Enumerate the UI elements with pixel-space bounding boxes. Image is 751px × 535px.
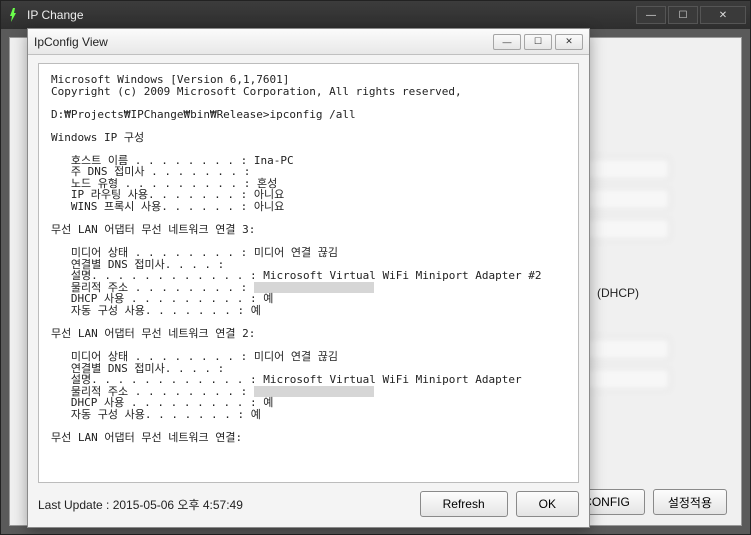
main-titlebar[interactable]: IP Change — ☐ ✕ bbox=[1, 1, 750, 29]
dialog-maximize-button[interactable]: ☐ bbox=[524, 34, 552, 50]
output-line: 무선 LAN 어댑터 무선 네트워크 연결 3: bbox=[51, 223, 255, 236]
output-line: 자동 구성 사용. . . . . . . : 예 bbox=[51, 408, 261, 421]
ipconfig-dialog: IpConfig View — ☐ ✕ Microsoft Windows [V… bbox=[27, 28, 590, 528]
output-line: Windows IP 구성 bbox=[51, 131, 144, 144]
output-line: D:₩Projects₩IPChange₩bin₩Release>ipconfi… bbox=[51, 108, 356, 121]
ok-button[interactable]: OK bbox=[516, 491, 579, 517]
ipconfig-output: Microsoft Windows [Version 6,1,7601] Cop… bbox=[38, 63, 579, 483]
dialog-titlebar[interactable]: IpConfig View — ☐ ✕ bbox=[28, 29, 589, 55]
refresh-button[interactable]: Refresh bbox=[420, 491, 508, 517]
output-line: WINS 프록시 사용. . . . . . : 아니요 bbox=[51, 200, 284, 213]
dialog-minimize-button[interactable]: — bbox=[493, 34, 521, 50]
output-line: 자동 구성 사용. . . . . . . : 예 bbox=[51, 304, 261, 317]
output-line: 무선 LAN 어댑터 무선 네트워크 연결: bbox=[51, 431, 242, 444]
dialog-title: IpConfig View bbox=[34, 35, 493, 49]
last-update-label: Last Update : 2015-05-06 오후 4:57:49 bbox=[38, 496, 412, 513]
maximize-button[interactable]: ☐ bbox=[668, 6, 698, 24]
minimize-button[interactable]: — bbox=[636, 6, 666, 24]
bottom-buttons: CONFIG 설정적용 bbox=[568, 489, 727, 515]
output-line: Copyright (c) 2009 Microsoft Corporation… bbox=[51, 85, 462, 98]
main-window-title: IP Change bbox=[27, 8, 636, 22]
dialog-close-button[interactable]: ✕ bbox=[555, 34, 583, 50]
close-button[interactable]: ✕ bbox=[700, 6, 746, 24]
apply-button[interactable]: 설정적용 bbox=[653, 489, 727, 515]
dhcp-label: (DHCP) bbox=[597, 286, 639, 300]
output-line: 무선 LAN 어댑터 무선 네트워크 연결 2: bbox=[51, 327, 255, 340]
dialog-footer: Last Update : 2015-05-06 오후 4:57:49 Refr… bbox=[38, 489, 579, 519]
app-icon bbox=[5, 7, 21, 23]
